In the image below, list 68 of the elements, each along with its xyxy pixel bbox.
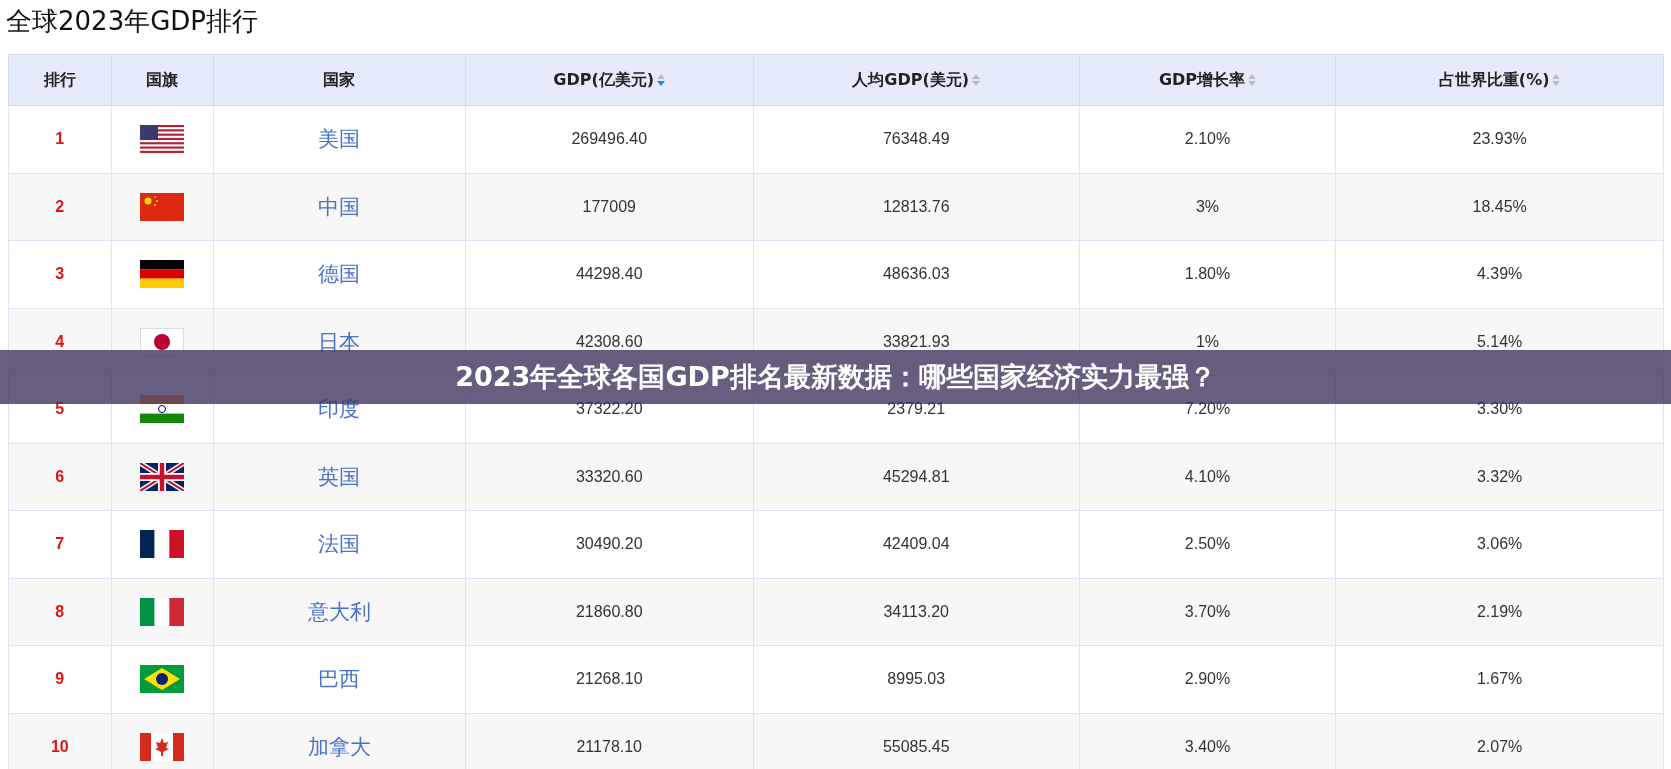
country-link[interactable]: 巴西 (318, 667, 361, 692)
table-cell: 4.39% (1335, 240, 1664, 308)
table-cell: 2.19% (1335, 578, 1664, 646)
country-link[interactable]: 英国 (318, 464, 361, 489)
rank-cell: 7 (8, 510, 112, 578)
rank-cell: 1 (8, 105, 112, 173)
column-header[interactable]: 占世界比重(%) (1335, 54, 1664, 106)
table-cell: 21178.10 (465, 713, 754, 769)
sort-icon[interactable] (657, 74, 666, 86)
column-header[interactable]: 人均GDP(美元) (753, 54, 1080, 106)
table-cell: 8995.03 (753, 645, 1080, 713)
flag-icon (140, 530, 185, 559)
flag-icon (140, 597, 185, 626)
table-cell: 1.80% (1079, 240, 1336, 308)
table-cell: 3.32% (1335, 443, 1664, 511)
table-cell: 76348.49 (753, 105, 1080, 173)
page-title: 全球2023年GDP排行 (5, 5, 259, 38)
flag-icon (140, 665, 185, 694)
rank-cell: 8 (8, 578, 112, 646)
table-cell: 3.06% (1335, 510, 1664, 578)
table-cell: 177009 (465, 173, 754, 241)
table-cell: 48636.03 (753, 240, 1080, 308)
column-header: 排行 (8, 54, 112, 106)
table-cell: 2.50% (1079, 510, 1336, 578)
country-link[interactable]: 美国 (318, 127, 361, 152)
column-header[interactable]: GDP(亿美元) (465, 54, 754, 106)
sort-icon[interactable] (1248, 74, 1257, 86)
rank-cell: 10 (8, 713, 112, 769)
table-cell: 33320.60 (465, 443, 754, 511)
flag-icon (140, 192, 185, 221)
flag-icon (140, 462, 185, 491)
table-cell: 18.45% (1335, 173, 1664, 241)
table-cell: 2.07% (1335, 713, 1664, 769)
table-cell: 3.40% (1079, 713, 1336, 769)
sort-icon[interactable] (972, 74, 981, 86)
column-header: 国家 (213, 54, 466, 106)
table-cell: 21860.80 (465, 578, 754, 646)
table-cell: 34113.20 (753, 578, 1080, 646)
rank-cell: 3 (8, 240, 112, 308)
country-link[interactable]: 中国 (318, 194, 361, 219)
table-cell: 4.10% (1079, 443, 1336, 511)
table-cell: 3.70% (1079, 578, 1336, 646)
sort-icon[interactable] (1552, 74, 1561, 86)
flag-icon (140, 260, 185, 289)
table-cell: 12813.76 (753, 173, 1080, 241)
column-header[interactable]: GDP增长率 (1079, 54, 1336, 106)
table-cell: 30490.20 (465, 510, 754, 578)
table-cell: 55085.45 (753, 713, 1080, 769)
country-link[interactable]: 法国 (318, 532, 361, 557)
country-link[interactable]: 加拿大 (308, 734, 371, 759)
flag-icon (140, 125, 185, 154)
rank-cell: 6 (8, 443, 112, 511)
table-cell: 1.67% (1335, 645, 1664, 713)
column-header: 国旗 (111, 54, 214, 106)
table-cell: 269496.40 (465, 105, 754, 173)
flag-icon (140, 732, 185, 761)
country-link[interactable]: 意大利 (308, 599, 371, 624)
table-cell: 44298.40 (465, 240, 754, 308)
table-cell: 2.90% (1079, 645, 1336, 713)
table-cell: 45294.81 (753, 443, 1080, 511)
rank-cell: 2 (8, 173, 112, 241)
table-cell: 42409.04 (753, 510, 1080, 578)
rank-cell: 9 (8, 645, 112, 713)
table-cell: 21268.10 (465, 645, 754, 713)
table-cell: 23.93% (1335, 105, 1664, 173)
country-link[interactable]: 德国 (318, 262, 361, 287)
table-cell: 2.10% (1079, 105, 1336, 173)
table-cell: 3% (1079, 173, 1336, 241)
